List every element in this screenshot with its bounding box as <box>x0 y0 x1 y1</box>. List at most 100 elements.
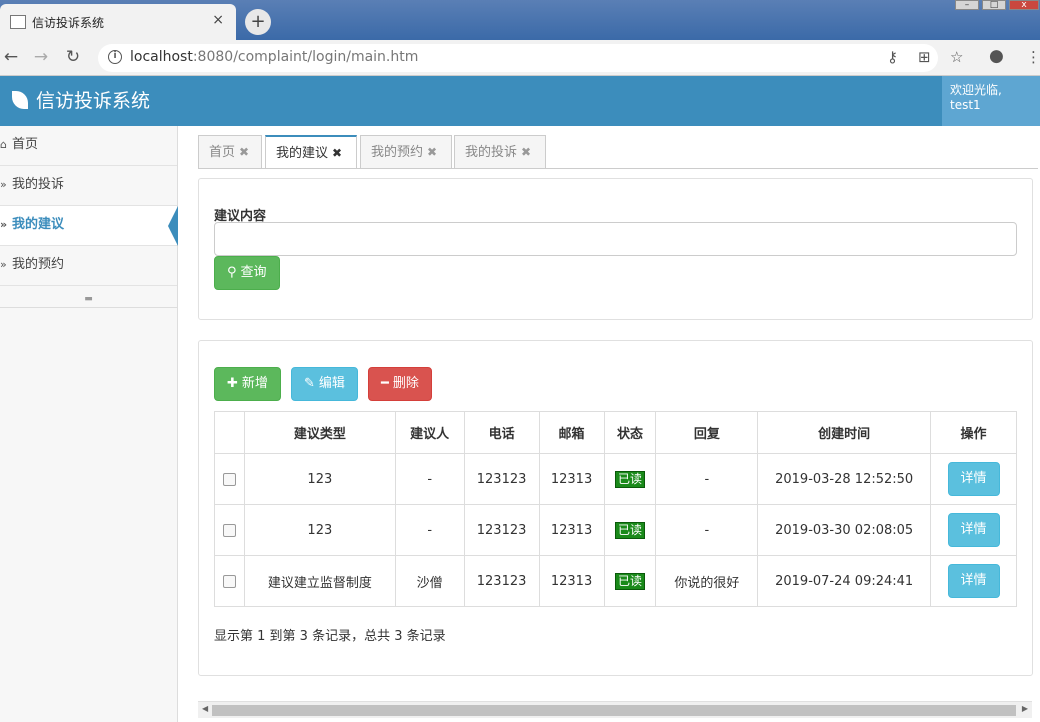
tab-appointments[interactable]: 我的预约 ✖ <box>360 135 452 168</box>
cell-type: 建议建立监督制度 <box>243 555 396 607</box>
translate-icon[interactable]: ⊞ <box>918 48 931 66</box>
search-input[interactable] <box>214 222 1017 256</box>
column-header[interactable]: 建议类型 <box>243 411 396 454</box>
menu-dots-icon[interactable]: ⋮ <box>1026 48 1040 66</box>
tab-close-icon[interactable]: ✖ <box>521 145 531 159</box>
sidebar-item-appointments[interactable]: » 我的预约 <box>0 246 177 286</box>
delete-button-label: 删除 <box>392 376 419 391</box>
sidebar-item-complaints[interactable]: » 我的投诉 <box>0 166 177 206</box>
search-panel: 建议内容 ⚲ 查询 <box>198 178 1033 320</box>
tab-divider <box>198 168 1038 169</box>
query-button[interactable]: ⚲ 查询 <box>214 256 280 290</box>
maximize-button[interactable]: □ <box>982 0 1006 10</box>
star-icon[interactable]: ☆ <box>950 48 963 66</box>
row-checkbox[interactable] <box>222 574 236 588</box>
scroll-right-arrow-icon[interactable]: ▶ <box>1022 704 1028 713</box>
row-select-cell <box>214 453 245 505</box>
scrollbar-thumb[interactable] <box>212 705 1016 716</box>
add-button[interactable]: ✚ 新增 <box>214 367 281 401</box>
browser-tab[interactable]: 信访投诉系统 × <box>0 4 236 40</box>
edit-button-label: 编辑 <box>318 376 345 391</box>
status-badge: 已读 <box>614 470 645 488</box>
cell-action: 详情 <box>930 504 1017 556</box>
double-chevron-icon: » <box>0 218 8 231</box>
favicon-icon <box>10 15 26 29</box>
tab-close-icon[interactable]: ✖ <box>239 145 249 159</box>
url-host: localhost <box>130 49 193 65</box>
sidebar-item-home[interactable]: ⌂ 首页 <box>0 126 177 166</box>
cell-created: 2019-07-24 09:24:41 <box>757 555 932 607</box>
cell-action: 详情 <box>930 555 1017 607</box>
forward-arrow-icon[interactable]: → <box>30 46 52 68</box>
reload-icon[interactable]: ↻ <box>62 46 84 68</box>
pagination-summary: 显示第 1 到第 3 条记录，总共 3 条记录 <box>214 629 446 644</box>
search-icon: ⚲ <box>227 265 237 280</box>
double-chevron-icon: » <box>0 258 7 271</box>
cell-person: - <box>394 504 465 556</box>
detail-button[interactable]: 详情 <box>947 513 1000 547</box>
data-panel: ✚ 新增 ✎ 编辑 ━ 删除 建议类型 建议人 电话 邮箱 状态 回复 创建时间 操作 <box>198 340 1033 676</box>
column-header[interactable]: 操作 <box>930 411 1017 454</box>
cell-email: 12313 <box>538 555 605 607</box>
suggestion-table: 建议类型 建议人 电话 邮箱 状态 回复 创建时间 操作 123 - 12312… <box>214 411 1017 607</box>
table-row[interactable]: 123 - 123123 12313 已读 - 2019-03-30 02:08… <box>214 504 1017 556</box>
tab-suggestions[interactable]: 我的建议 ✖ <box>265 135 357 169</box>
welcome-user[interactable]: 欢迎光临, test1 <box>942 76 1040 126</box>
back-arrow-icon[interactable]: ← <box>0 46 22 68</box>
cell-reply: - <box>655 453 759 505</box>
column-header[interactable]: 邮箱 <box>538 411 605 454</box>
cell-reply: 你说的很好 <box>655 555 759 607</box>
window-close-button[interactable]: x <box>1009 0 1039 10</box>
cell-action: 详情 <box>930 453 1017 505</box>
app-title: 信访投诉系统 <box>36 90 151 112</box>
cell-status: 已读 <box>603 453 657 505</box>
app-logo: 信访投诉系统 <box>12 86 150 113</box>
url-field[interactable]: i localhost:8080/complaint/login/main.ht… <box>98 44 938 72</box>
row-select-cell <box>214 504 245 556</box>
minimize-button[interactable]: – <box>955 0 979 10</box>
detail-button[interactable]: 详情 <box>947 462 1000 496</box>
scroll-left-arrow-icon[interactable]: ◀ <box>202 704 208 713</box>
new-tab-button[interactable]: + <box>245 9 271 35</box>
table-row[interactable]: 建议建立监督制度 沙僧 123123 12313 已读 你说的很好 2019-0… <box>214 555 1017 607</box>
cell-phone: 123123 <box>463 453 540 505</box>
row-checkbox[interactable] <box>222 472 236 486</box>
cell-created: 2019-03-30 02:08:05 <box>757 504 932 556</box>
edit-button[interactable]: ✎ 编辑 <box>291 367 358 401</box>
row-checkbox[interactable] <box>222 523 236 537</box>
key-icon[interactable]: ⚷ <box>887 48 898 66</box>
info-icon[interactable]: i <box>108 50 122 64</box>
column-header[interactable]: 创建时间 <box>757 411 932 454</box>
tab-complaints[interactable]: 我的投诉 ✖ <box>454 135 546 168</box>
main-content: 首页 ✖ 我的建议 ✖ 我的预约 ✖ 我的投诉 ✖ 建议内容 ⚲ 查询 ✚ 新增 ✎ 编辑 ━… <box>178 126 1040 722</box>
tab-close-icon[interactable]: ✖ <box>332 146 342 160</box>
table-row[interactable]: 123 - 123123 12313 已读 - 2019-03-28 12:52… <box>214 453 1017 505</box>
status-badge: 已读 <box>614 572 645 590</box>
tab-close-icon[interactable]: ✖ <box>427 145 437 159</box>
cell-reply: - <box>655 504 759 556</box>
cell-status: 已读 <box>603 504 657 556</box>
tab-label: 我的投诉 <box>465 145 518 160</box>
delete-button[interactable]: ━ 删除 <box>368 367 432 401</box>
url-path: :8080/complaint/login/main.htm <box>192 49 419 65</box>
horizontal-scrollbar[interactable]: ◀ ▶ <box>198 701 1032 718</box>
column-header[interactable]: 建议人 <box>394 411 465 454</box>
detail-button[interactable]: 详情 <box>947 564 1000 598</box>
sidebar-item-label: 首页 <box>12 137 39 152</box>
cell-type: 123 <box>243 453 396 505</box>
welcome-text: 欢迎光临, <box>950 83 1002 97</box>
sidebar-item-suggestions[interactable]: » 我的建议 <box>0 206 178 246</box>
column-header[interactable]: 电话 <box>463 411 540 454</box>
tab-home[interactable]: 首页 ✖ <box>198 135 262 168</box>
account-icon[interactable]: ● <box>989 46 1004 66</box>
status-badge: 已读 <box>614 521 645 539</box>
cell-status: 已读 <box>603 555 657 607</box>
table-header-row: 建议类型 建议人 电话 邮箱 状态 回复 创建时间 操作 <box>214 411 1017 454</box>
column-header[interactable]: 回复 <box>655 411 759 454</box>
close-tab-icon[interactable]: × <box>212 12 224 28</box>
tab-label: 我的预约 <box>371 145 424 160</box>
column-header[interactable]: 状态 <box>603 411 657 454</box>
cell-email: 12313 <box>538 504 605 556</box>
sidebar-collapse-handle[interactable]: ▬ <box>0 295 177 308</box>
address-bar: ← → ↻ i localhost:8080/complaint/login/m… <box>0 40 1040 76</box>
